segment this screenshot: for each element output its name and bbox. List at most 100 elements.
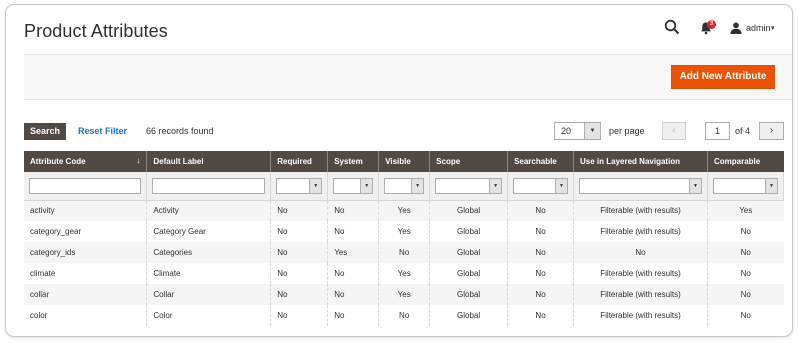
column-header-visible[interactable]: Visible bbox=[378, 151, 431, 172]
table-cell: No bbox=[270, 242, 329, 263]
per-page-label: per page bbox=[609, 126, 645, 136]
filter-cell: ▼ bbox=[429, 172, 509, 201]
column-header-comparable[interactable]: Comparable bbox=[707, 151, 784, 172]
grid-body: activity Activity No No Yes Global No Filterabl… bbox=[24, 200, 784, 326]
table-cell: No bbox=[507, 305, 575, 326]
column-header-searchable[interactable]: Searchable bbox=[507, 151, 575, 172]
visible-filter-select[interactable]: ▼ bbox=[384, 177, 425, 194]
user-menu-label[interactable]: admin bbox=[746, 23, 771, 33]
reset-filter-link[interactable]: Reset Filter bbox=[78, 126, 127, 136]
filter-cell: ▼ bbox=[707, 172, 785, 201]
table-row[interactable]: color Color No No No Global No Filterable (with… bbox=[24, 305, 784, 326]
total-pages-label: of 4 bbox=[735, 126, 751, 136]
layered-navigation-filter-select[interactable]: ▼ bbox=[579, 177, 702, 194]
column-header-attribute-code[interactable]: Attribute Code ↓ bbox=[24, 151, 148, 172]
per-page-select[interactable]: 20 ▼ bbox=[554, 122, 601, 140]
table-cell: Filterable (with results) bbox=[573, 221, 708, 242]
current-page-input[interactable]: 1 bbox=[705, 122, 730, 140]
previous-page-button[interactable]: ‹ bbox=[662, 122, 686, 140]
table-row[interactable]: climate Climate No No Yes Global No Filterable … bbox=[24, 263, 784, 284]
chevron-down-icon: ▼ bbox=[360, 178, 373, 193]
table-cell: Filterable (with results) bbox=[573, 284, 708, 305]
table-row[interactable]: activity Activity No No Yes Global No Filterabl… bbox=[24, 200, 784, 221]
table-cell: Yes bbox=[378, 284, 431, 305]
chevron-down-icon: ▼ bbox=[555, 178, 568, 193]
column-header-default-label[interactable]: Default Label bbox=[146, 151, 272, 172]
user-icon[interactable] bbox=[730, 22, 742, 34]
column-header-scope[interactable]: Scope bbox=[429, 151, 509, 172]
table-cell: activity bbox=[24, 200, 148, 221]
table-cell: Filterable (with results) bbox=[573, 305, 708, 326]
filter-cell: ▼ bbox=[378, 172, 431, 201]
add-new-attribute-button[interactable]: Add New Attribute bbox=[671, 65, 775, 89]
page-title: Product Attributes bbox=[24, 21, 168, 41]
attribute-code-filter-input[interactable] bbox=[29, 177, 142, 194]
table-row[interactable]: category_gear Category Gear No No Yes Global N… bbox=[24, 221, 784, 242]
column-header-layered-navigation[interactable]: Use in Layered Navigation bbox=[573, 151, 708, 172]
table-cell: Filterable (with results) bbox=[573, 200, 708, 221]
required-filter-select[interactable]: ▼ bbox=[276, 177, 323, 194]
chevron-down-icon: ▼ bbox=[765, 178, 777, 193]
table-row[interactable]: category_ids Categories No Yes No Global No No N… bbox=[24, 242, 784, 263]
chevron-down-icon: ▼ bbox=[309, 178, 322, 193]
table-cell: No bbox=[270, 221, 329, 242]
table-cell: No bbox=[707, 221, 784, 242]
chevron-down-icon[interactable]: ▾ bbox=[771, 24, 775, 32]
scope-filter-select[interactable]: ▼ bbox=[435, 177, 503, 194]
table-cell: Global bbox=[429, 221, 509, 242]
default-label-filter-input[interactable] bbox=[152, 177, 266, 194]
table-row[interactable]: collar Collar No No Yes Global No Filterable (w… bbox=[24, 284, 784, 305]
table-cell: No bbox=[707, 242, 784, 263]
table-cell: Yes bbox=[378, 263, 431, 284]
filter-cell: ▼ bbox=[507, 172, 575, 201]
records-count: 66 records found bbox=[146, 126, 214, 136]
filter-cell bbox=[146, 172, 272, 201]
table-cell: Global bbox=[429, 242, 509, 263]
table-cell: No bbox=[707, 284, 784, 305]
table-cell: Yes bbox=[378, 200, 431, 221]
filter-cell: ▼ bbox=[270, 172, 329, 201]
table-cell: Yes bbox=[707, 200, 784, 221]
table-cell: category_gear bbox=[24, 221, 148, 242]
search-icon[interactable] bbox=[664, 19, 680, 35]
table-cell: No bbox=[327, 305, 380, 326]
chevron-down-icon: ▼ bbox=[688, 178, 701, 193]
column-header-required[interactable]: Required bbox=[270, 151, 329, 172]
table-cell: No bbox=[378, 242, 431, 263]
table-cell: Color bbox=[146, 305, 272, 326]
header-row: Attribute Code ↓ Default Label Required S… bbox=[24, 151, 784, 172]
table-cell: climate bbox=[24, 263, 148, 284]
column-header-system[interactable]: System bbox=[327, 151, 380, 172]
table-cell: Global bbox=[429, 284, 509, 305]
sort-arrow-icon: ↓ bbox=[136, 156, 141, 165]
searchable-filter-select[interactable]: ▼ bbox=[513, 177, 569, 194]
table-cell: category_ids bbox=[24, 242, 148, 263]
table-cell: No bbox=[327, 221, 380, 242]
table-cell: Climate bbox=[146, 263, 272, 284]
table-cell: No bbox=[507, 263, 575, 284]
table-cell: Categories bbox=[146, 242, 272, 263]
system-filter-select[interactable]: ▼ bbox=[333, 177, 374, 194]
table-cell: No bbox=[507, 200, 575, 221]
attributes-grid: Attribute Code ↓ Default Label Required S… bbox=[24, 151, 785, 326]
filter-cell: ▼ bbox=[573, 172, 708, 201]
filter-cell: ▼ bbox=[327, 172, 380, 201]
comparable-filter-select[interactable]: ▼ bbox=[712, 177, 778, 194]
table-cell: collar bbox=[24, 284, 148, 305]
column-header-label: Attribute Code bbox=[30, 157, 86, 166]
table-cell: color bbox=[24, 305, 148, 326]
table-cell: No bbox=[507, 242, 575, 263]
per-page-value: 20 bbox=[561, 126, 572, 136]
search-button[interactable]: Search bbox=[24, 123, 66, 140]
table-cell: No bbox=[707, 305, 784, 326]
notification-badge[interactable]: 3 bbox=[707, 20, 716, 29]
table-cell: No bbox=[270, 263, 329, 284]
table-cell: No bbox=[507, 221, 575, 242]
filter-row: ▼ ▼ ▼ ▼ ▼ ▼ ▼ bbox=[24, 172, 785, 201]
table-cell: Filterable (with results) bbox=[573, 263, 708, 284]
filter-cell bbox=[24, 172, 148, 201]
table-cell: No bbox=[378, 305, 431, 326]
table-cell: Global bbox=[429, 263, 509, 284]
table-cell: No bbox=[707, 263, 784, 284]
next-page-button[interactable]: › bbox=[759, 122, 784, 140]
